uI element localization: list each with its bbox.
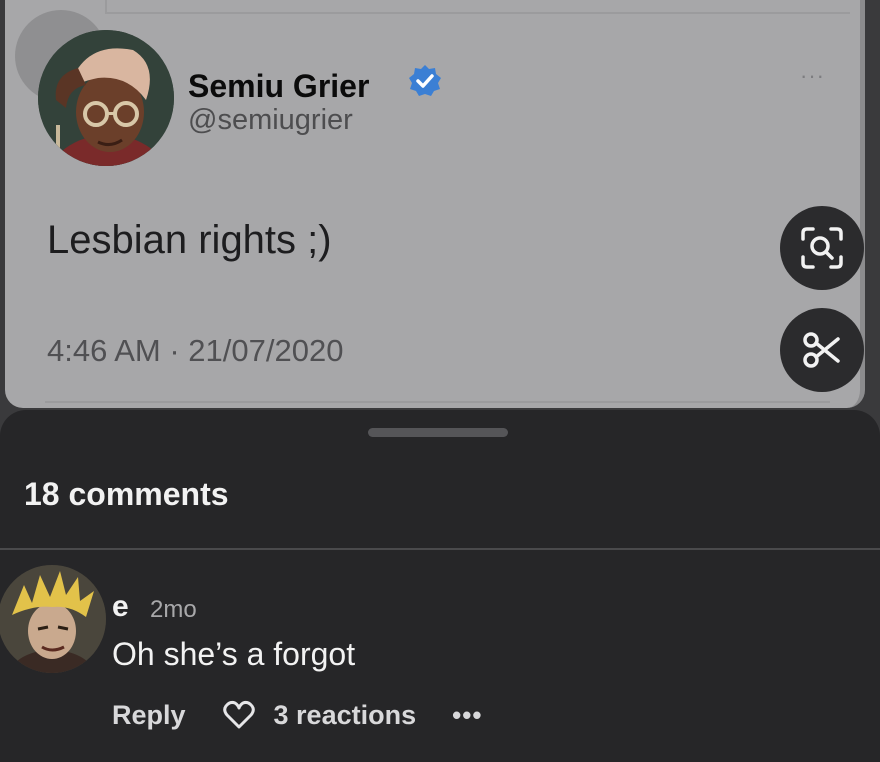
comment-more-button[interactable]: •••: [452, 700, 482, 731]
sheet-divider: [0, 548, 880, 550]
comments-count: 18 comments: [24, 476, 229, 512]
comment-age: 2mo: [150, 596, 197, 623]
tweet-timestamp[interactable]: 4:46 AM · 21/07/2020: [47, 333, 343, 369]
scissors-button[interactable]: [780, 308, 864, 392]
tweet-more-button[interactable]: ···: [800, 65, 844, 87]
card-divider: [45, 401, 830, 403]
card-divider: [105, 0, 107, 12]
heart-icon[interactable]: [222, 700, 256, 730]
reply-button[interactable]: Reply: [112, 700, 186, 731]
visual-search-icon: [801, 227, 843, 269]
sheet-drag-handle[interactable]: [368, 428, 508, 437]
tweet-text: Lesbian rights ;): [47, 218, 332, 262]
verified-badge-icon: [409, 65, 441, 96]
tweet-card: Semiu Grier @semiugrier ··· Lesbian righ…: [5, 0, 865, 408]
tweet-handle[interactable]: @semiugrier: [188, 104, 353, 137]
commenter-avatar[interactable]: [0, 565, 106, 673]
visual-search-button[interactable]: [780, 206, 864, 290]
comment-text: Oh she’s a forgot: [112, 636, 356, 672]
tweet-display-name[interactable]: Semiu Grier: [188, 68, 369, 105]
card-divider: [105, 12, 850, 14]
comment-actions: Reply 3 reactions •••: [112, 698, 482, 732]
reactions-count[interactable]: 3 reactions: [274, 700, 417, 731]
commenter-name[interactable]: e: [112, 590, 129, 624]
comments-sheet: 18 comments e 2mo Oh she’s a forgot Repl…: [0, 410, 880, 762]
scissors-icon: [803, 332, 840, 368]
tweet-author-avatar[interactable]: [38, 30, 174, 166]
